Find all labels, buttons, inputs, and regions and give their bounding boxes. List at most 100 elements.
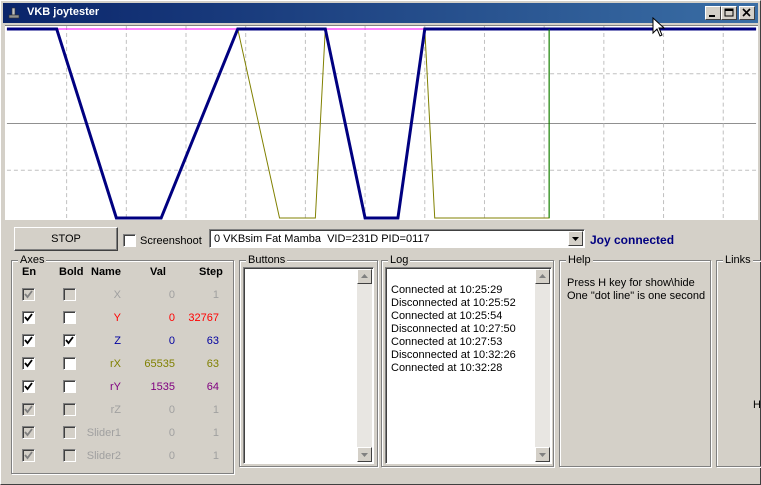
axis-enable-checkbox[interactable] [22,311,35,324]
axis-enable-checkbox [22,403,35,416]
help-text-line-2: One "dot line" is one second [567,290,706,302]
links-group-title: Links [723,254,753,266]
axes-header-val: Val [150,266,166,278]
axes-header-en: En [22,266,37,278]
log-entry: Disconnected at 10:32:26 [391,349,516,361]
axis-name: rX [110,358,121,370]
axis-step: 1 [212,427,219,439]
axis-value: 0 [168,427,175,439]
device-select[interactable]: 0 VKBsim Fat Mamba VID=231D PID=0117 [209,229,585,248]
axis-bold-checkbox[interactable] [63,357,76,370]
axis-step: 32767 [188,312,219,324]
screenshot-checkbox[interactable] [123,234,136,247]
axis-bold-checkbox[interactable] [63,311,76,324]
close-button[interactable] [739,6,755,20]
device-select-dropdown-button[interactable] [568,231,583,246]
help-group-title: Help [566,254,593,266]
axes-header-bold: Bold [59,266,84,278]
scroll-down-icon [361,453,368,457]
check-mark-icon [24,382,33,391]
axis-bold-checkbox[interactable] [63,380,76,393]
axis-enable-checkbox[interactable] [22,334,35,347]
buttons-scrollbar[interactable] [357,269,372,462]
dropdown-arrow-icon [572,237,579,241]
axis-value: 0 [168,312,175,324]
axis-enable-checkbox[interactable] [22,380,35,393]
maximize-button[interactable] [721,6,737,20]
check-mark-icon [24,336,33,345]
device-select-value: 0 VKBsim Fat Mamba VID=231D PID=0117 [214,233,430,245]
links-group: Links [716,254,761,467]
log-scroll-up[interactable] [535,269,550,284]
axis-bold-checkbox [63,449,76,462]
axis-step: 1 [212,289,219,301]
axis-bold-checkbox [63,426,76,439]
title-bar[interactable]: VKB joytester [3,3,758,23]
close-icon [742,8,751,17]
check-mark-icon [24,290,33,299]
links-text-fragment: H [753,399,761,411]
axis-name: Z [114,335,121,347]
axis-graph [5,25,758,220]
buttons-scroll-up[interactable] [357,269,372,284]
axis-enable-checkbox [22,449,35,462]
axis-step: 64 [206,381,219,393]
axis-name: rZ [110,404,121,416]
axis-value: 0 [168,289,175,301]
axis-value: 1535 [150,381,175,393]
axis-step: 63 [206,358,219,370]
app-window: VKB joytester STOP Screenshoot 0 VKBsim … [0,0,761,485]
buttons-scroll-down[interactable] [357,447,372,462]
axis-bold-checkbox [63,288,76,301]
axis-name: rY [110,381,121,393]
check-mark-icon [24,313,33,322]
log-entry: Disconnected at 10:25:52 [391,297,516,309]
scroll-up-icon [361,274,368,278]
axis-enable-checkbox [22,288,35,301]
log-scroll-down[interactable] [535,447,550,462]
log-entry: Connected at 10:27:53 [391,336,503,348]
mouse-cursor-icon [652,17,666,37]
check-mark-icon [24,451,33,460]
axis-enable-checkbox [22,426,35,439]
axes-header-name: Name [91,266,121,278]
scroll-up-icon [539,274,546,278]
log-list[interactable]: Connected at 10:25:29 Disconnected at 10:… [385,267,552,464]
axis-value: 0 [168,335,175,347]
app-icon [8,7,20,19]
axis-bold-checkbox[interactable] [63,334,76,347]
stop-button-label: STOP [51,233,81,245]
log-entry: Connected at 10:25:29 [391,284,503,296]
axes-header-step: Step [199,266,223,278]
window-title: VKB joytester [27,6,100,18]
axis-value: 65535 [144,358,175,370]
minimize-button[interactable] [705,6,721,20]
axis-name: X [113,289,121,301]
axis-step: 1 [212,404,219,416]
scroll-down-icon [539,453,546,457]
axis-name: Slider2 [86,450,121,462]
log-group-title: Log [388,254,411,266]
check-mark-icon [24,405,33,414]
axis-bold-checkbox [63,403,76,416]
log-entry: Connected at 10:25:54 [391,310,503,322]
check-mark-icon [65,336,74,345]
axis-step: 63 [206,335,219,347]
buttons-group-title: Buttons [246,254,288,266]
maximize-icon [724,8,734,17]
axis-name: Slider1 [86,427,121,439]
log-entry: Disconnected at 10:27:50 [391,323,516,335]
axis-value: 0 [168,450,175,462]
buttons-list[interactable] [243,267,374,464]
axis-enable-checkbox[interactable] [22,357,35,370]
log-entry: Connected at 10:32:28 [391,362,503,374]
log-scrollbar[interactable] [535,269,550,462]
axis-step: 1 [212,450,219,462]
screenshot-label: Screenshoot [140,235,202,247]
stop-button[interactable]: STOP [14,227,118,251]
axes-group-title: Axes [18,254,47,266]
connection-status: Joy connected [590,233,675,247]
axis-name: Y [113,312,121,324]
axis-value: 0 [168,404,175,416]
check-mark-icon [24,428,33,437]
